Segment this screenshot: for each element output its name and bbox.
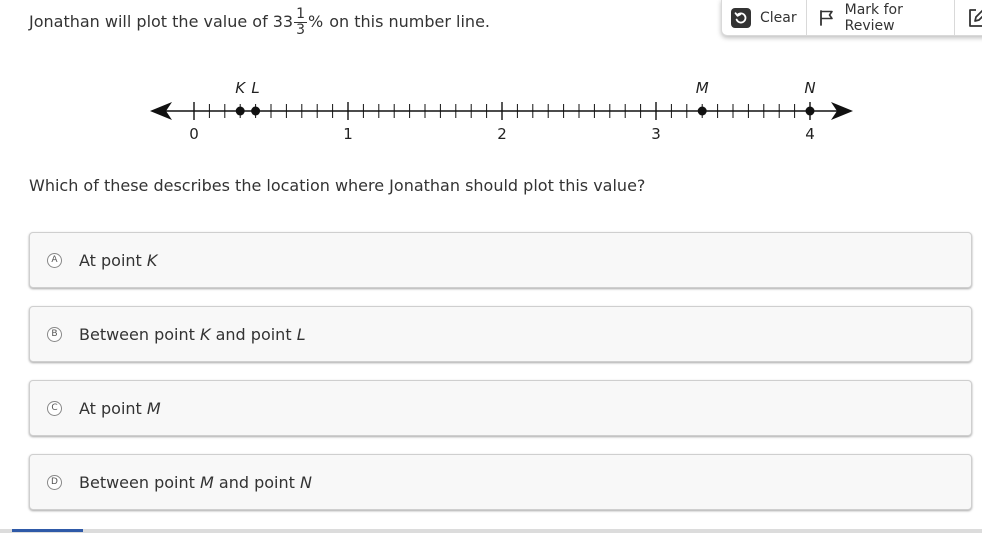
fraction-numerator: 1 bbox=[296, 5, 305, 22]
point-label-n: N bbox=[804, 79, 815, 97]
mark-for-review-label: Mark for Review bbox=[844, 1, 903, 34]
flag-icon bbox=[818, 9, 836, 27]
answer-option-d[interactable]: D Between point M and point N bbox=[29, 454, 972, 510]
option-b-var-2: L bbox=[296, 324, 306, 344]
option-d-var-2: N bbox=[300, 472, 312, 492]
mixed-number: 33 1 3 % bbox=[273, 4, 323, 40]
point-label-m: M bbox=[696, 79, 709, 97]
answer-option-b[interactable]: B Between point K and point L bbox=[29, 306, 972, 362]
answer-option-a[interactable]: A At point K bbox=[29, 232, 972, 288]
option-b-var-1: K bbox=[200, 324, 211, 344]
option-letter-b: B bbox=[47, 326, 62, 342]
tick-label: 3 bbox=[651, 125, 661, 143]
option-d-var-1: M bbox=[200, 472, 214, 492]
tick-label: 1 bbox=[343, 125, 353, 143]
option-b-text-1: Between point bbox=[79, 324, 195, 344]
stem-text-before: Jonathan will plot the value of bbox=[29, 12, 268, 31]
option-b-text-2: and point bbox=[215, 324, 292, 344]
option-a-text-1: At point bbox=[79, 250, 142, 270]
option-text-b: Between point K and point L bbox=[79, 325, 306, 344]
number-line-points: KL M N bbox=[235, 79, 816, 116]
clear-button[interactable]: Clear bbox=[722, 0, 807, 35]
option-text-d: Between point M and point N bbox=[79, 473, 312, 492]
question-stem: Jonathan will plot the value of 33 1 3 %… bbox=[29, 4, 490, 40]
option-d-text-1: Between point bbox=[79, 472, 195, 492]
question-page: Jonathan will plot the value of 33 1 3 %… bbox=[0, 0, 982, 533]
option-d-text-2: and point bbox=[218, 472, 295, 492]
percent-sign: % bbox=[308, 12, 324, 31]
option-letter-d: D bbox=[47, 474, 62, 490]
option-letter-a: A bbox=[47, 252, 62, 268]
edit-notes-icon bbox=[967, 7, 982, 29]
number-line: 0 1 2 3 4 KL M N bbox=[150, 79, 853, 143]
option-c-var-1: M bbox=[146, 398, 161, 418]
option-letter-c: C bbox=[47, 400, 62, 416]
tick-label: 4 bbox=[805, 125, 815, 143]
clear-label: Clear bbox=[760, 9, 797, 26]
tick-label: 0 bbox=[189, 125, 199, 143]
point-label-l: L bbox=[251, 79, 259, 97]
number-line-labels: 0 1 2 3 4 bbox=[189, 125, 815, 143]
option-text-a: At point K bbox=[79, 251, 157, 270]
fraction-denominator: 3 bbox=[296, 21, 305, 38]
option-text-c: At point M bbox=[79, 399, 161, 418]
tick-label: 2 bbox=[497, 125, 507, 143]
stem-text-after: on this number line. bbox=[329, 12, 490, 31]
fraction: 1 3 bbox=[294, 5, 307, 38]
bottom-nav-bar bbox=[0, 529, 982, 533]
question-prompt: Which of these describes the location wh… bbox=[29, 176, 646, 195]
point-label-k: K bbox=[235, 79, 246, 97]
option-c-text-1: At point bbox=[79, 398, 142, 418]
question-toolbar: Clear Mark for Review bbox=[721, 0, 982, 36]
option-a-var-1: K bbox=[146, 250, 158, 270]
answer-option-c[interactable]: C At point M bbox=[29, 380, 972, 436]
reset-icon bbox=[731, 7, 751, 28]
notes-button[interactable] bbox=[955, 0, 982, 35]
mark-for-review-button[interactable]: Mark for Review bbox=[807, 0, 955, 35]
mixed-whole: 33 bbox=[272, 12, 294, 31]
bottom-nav-active-indicator bbox=[12, 529, 83, 532]
